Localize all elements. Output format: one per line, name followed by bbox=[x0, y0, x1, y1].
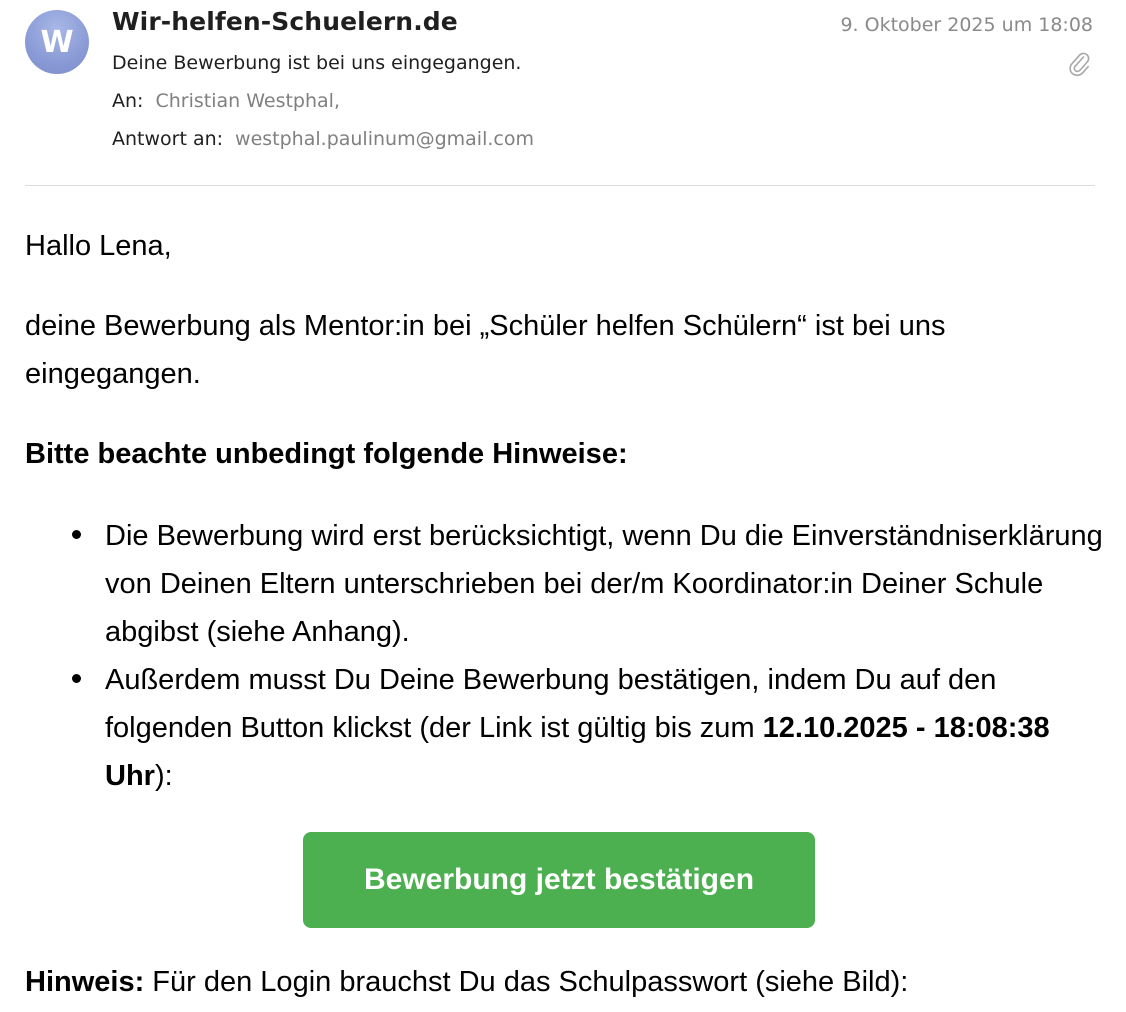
avatar-letter: W bbox=[40, 24, 74, 60]
sender-name[interactable]: Wir-helfen-Schuelern.de bbox=[112, 7, 458, 36]
confirm-button-label: Bewerbung jetzt bestätigen bbox=[363, 863, 755, 896]
mail-header: W Wir-helfen-Schuelern.de Deine Bewerbun… bbox=[0, 0, 1126, 186]
bullet-icon bbox=[72, 674, 81, 683]
notice-list: Die Bewerbung wird erst berücksichtigt, … bbox=[25, 512, 1105, 800]
mail-subject: Deine Bewerbung ist bei uns eingegangen. bbox=[112, 52, 522, 74]
sender-avatar: W bbox=[25, 10, 89, 74]
list-item: Die Bewerbung wird erst berücksichtigt, … bbox=[25, 512, 1105, 656]
hint-label: Hinweis: bbox=[25, 966, 145, 998]
recipient-row: An: Christian Westphal, bbox=[112, 90, 340, 112]
reply-to-value[interactable]: westphal.paulinum@gmail.com bbox=[235, 128, 534, 150]
bullet-text-2-suffix: ): bbox=[154, 760, 173, 792]
confirm-application-button[interactable]: Bewerbung jetzt bestätigen bbox=[303, 832, 815, 928]
recipient-value[interactable]: Christian Westphal, bbox=[155, 90, 340, 112]
notice-title: Bitte beachte unbedingt folgende Hinweis… bbox=[25, 438, 628, 470]
greeting: Hallo Lena, bbox=[25, 230, 172, 262]
paperclip-icon[interactable] bbox=[1068, 50, 1090, 78]
header-divider bbox=[25, 185, 1095, 186]
bullet-icon bbox=[72, 530, 81, 539]
hint-text: Für den Login brauchst Du das Schulpassw… bbox=[144, 966, 909, 998]
recipient-label: An: bbox=[112, 90, 144, 112]
list-item: Außerdem musst Du Deine Bewerbung bestät… bbox=[25, 656, 1105, 800]
reply-to-row: Antwort an: westphal.paulinum@gmail.com bbox=[112, 128, 534, 150]
reply-to-label: Antwort an: bbox=[112, 128, 224, 150]
intro-paragraph: deine Bewerbung als Mentor:in bei „Schül… bbox=[25, 310, 946, 390]
login-hint: Hinweis: Für den Login brauchst Du das S… bbox=[25, 958, 908, 1006]
bullet-text-1: Die Bewerbung wird erst berücksichtigt, … bbox=[105, 520, 1103, 648]
mail-date: 9. Oktober 2025 um 18:08 bbox=[840, 14, 1093, 36]
